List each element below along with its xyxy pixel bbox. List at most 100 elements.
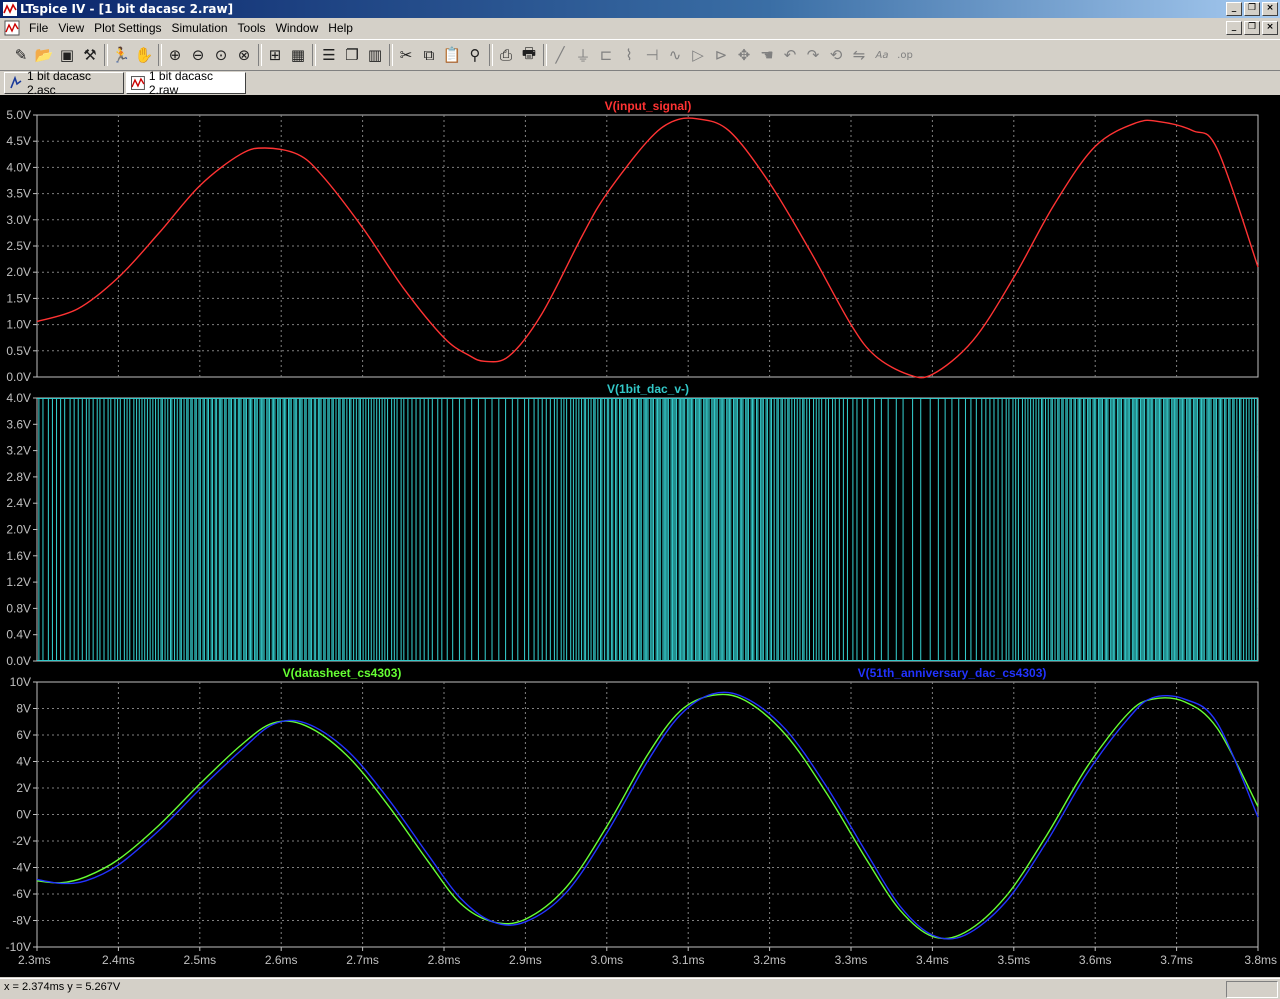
menu-simulation[interactable]: Simulation [167,21,233,35]
plot-settings-icon[interactable]: ▦ [287,44,309,66]
halt-icon[interactable]: ✋ [133,44,155,66]
menu-window[interactable]: Window [271,21,324,35]
zoom-cancel-icon[interactable]: ⊗ [233,44,255,66]
y-tick-label: -10V [6,940,31,954]
copy-icon[interactable]: ⧉ [418,44,440,66]
draw-wire-icon[interactable]: ╱ [549,44,571,66]
rotate-icon[interactable]: ⟲ [825,44,847,66]
toolbar-separator [104,44,108,66]
tab-label: 1 bit dacasc 2.asc [26,69,92,97]
y-tick-label: 10V [10,675,31,689]
status-panel [1226,981,1278,998]
minimize-button[interactable]: _ [1226,2,1242,16]
x-tick-label: 3.5ms [997,953,1030,967]
undo-icon[interactable]: ↶ [779,44,801,66]
zoom-in-icon[interactable]: ⊕ [164,44,186,66]
menu-view[interactable]: View [53,21,89,35]
toolbar-separator [489,44,493,66]
x-tick-label: 3.1ms [672,953,705,967]
control-panel-icon[interactable]: ⚒ [79,44,101,66]
y-tick-label: 2.4V [6,496,31,510]
ground-icon[interactable]: ⏚ [572,44,594,66]
zoom-out-icon[interactable]: ⊖ [187,44,209,66]
trace-label[interactable]: V(datasheet_cs4303) [283,666,402,680]
x-tick-label: 3.8ms [1244,953,1277,967]
capacitor-icon[interactable]: ⊣ [641,44,663,66]
mirror-icon[interactable]: ⇋ [848,44,870,66]
y-tick-label: 8V [16,702,31,716]
cut-icon[interactable]: ✂ [395,44,417,66]
trace-label[interactable]: V(input_signal) [605,99,692,113]
y-tick-label: 2.0V [6,265,31,279]
zoom-fit-icon[interactable]: ⊙ [210,44,232,66]
x-tick-label: 3.0ms [590,953,623,967]
waveform-viewer[interactable]: 5.0V 4.5V 4.0V 3.5V 3.0V 2.5V 2.0V 1.5V 1.0V 0.5V… [0,95,1280,977]
waveform-icon [131,76,145,90]
x-tick-label: 2.8ms [428,953,461,967]
y-tick-label: -8V [12,914,31,928]
save-icon[interactable]: ▣ [56,44,78,66]
y-tick-label: 1.2V [6,575,31,589]
find-icon[interactable]: ⚲ [464,44,486,66]
toolbar: ✎ 📂 ▣ ⚒ 🏃 ✋ ⊕ ⊖ ⊙ ⊗ ⊞ ▦ ☰ ❐ ▥ ✂ ⧉ 📋 ⚲ ⎙ 🖶 ╱ ⏚ ⊏ ⌇ ⊣ ∿ ▷ ⊳ ✥ ☚ ↶ ↷ ⟲ ⇋ Aa .op [0,39,1280,71]
menu-bar: File View Plot Settings Simulation Tools Wind… [0,18,1280,38]
print-preview-icon[interactable]: ⎙ [495,44,517,66]
component-icon[interactable]: ⊳ [710,44,732,66]
waveform-plot[interactable]: 5.0V 4.5V 4.0V 3.5V 3.0V 2.5V 2.0V 1.5V 1.0V 0.5V… [0,95,1280,977]
trace-label[interactable]: V(51th_anniversary_dac_cs4303) [858,666,1047,680]
restore-button[interactable]: ❐ [1244,2,1260,16]
tab-waveform[interactable]: 1 bit dacasc 2.raw [126,69,246,97]
label-net-icon[interactable]: ⊏ [595,44,617,66]
tile-horizontal-icon[interactable]: ☰ [318,44,340,66]
y-tick-label: -2V [12,834,31,848]
x-tick-label: 2.9ms [509,953,542,967]
tile-vertical-icon[interactable]: ▥ [364,44,386,66]
menu-tools[interactable]: Tools [233,21,271,35]
y-tick-label: 1.5V [6,291,31,305]
spice-directive-icon[interactable]: .op [894,44,916,66]
x-tick-label: 2.4ms [102,953,135,967]
x-tick-label: 3.3ms [835,953,868,967]
diode-icon[interactable]: ▷ [687,44,709,66]
y-tick-label: 1.0V [6,318,31,332]
document-icon[interactable] [4,20,20,36]
y-tick-label: 2.0V [6,523,31,537]
y-tick-label: 0.8V [6,601,31,615]
y-tick-label: 2.8V [6,470,31,484]
y-tick-label: 0.0V [6,654,31,668]
y-tick-label: 3.2V [6,444,31,458]
x-tick-label: 3.7ms [1160,953,1193,967]
menu-help[interactable]: Help [323,21,358,35]
plot-pane-2: 4.0V 3.6V 3.2V 2.8V 2.4V 2.0V 1.6V 1.2V 0.8V 0.4V… [6,382,1259,668]
move-icon[interactable]: ✥ [733,44,755,66]
x-tick-label: 2.3ms [18,953,51,967]
drag-icon[interactable]: ☚ [756,44,778,66]
tab-schematic[interactable]: 1 bit dacasc 2.asc [4,69,124,97]
toolbar-separator [258,44,262,66]
open-icon[interactable]: 📂 [33,44,55,66]
cascade-icon[interactable]: ❐ [341,44,363,66]
plot-pane-1: 5.0V 4.5V 4.0V 3.5V 3.0V 2.5V 2.0V 1.5V 1.0V 0.5V… [6,99,1259,384]
paste-icon[interactable]: 📋 [441,44,463,66]
redo-icon[interactable]: ↷ [802,44,824,66]
resistor-icon[interactable]: ⌇ [618,44,640,66]
doc-close-button[interactable]: × [1262,21,1278,35]
print-icon[interactable]: 🖶 [518,44,540,66]
toolbar-separator [312,44,316,66]
autorange-icon[interactable]: ⊞ [264,44,286,66]
run-icon[interactable]: 🏃 [110,44,132,66]
close-button[interactable]: × [1262,2,1278,16]
doc-restore-button[interactable]: ❐ [1244,21,1260,35]
y-tick-label: 3.0V [6,213,31,227]
inductor-icon[interactable]: ∿ [664,44,686,66]
menu-plot-settings[interactable]: Plot Settings [89,21,166,35]
y-tick-label: 5.0V [6,108,31,122]
doc-minimize-button[interactable]: _ [1226,21,1242,35]
status-bar: x = 2.374ms y = 5.267V [0,978,1280,999]
trace-label[interactable]: V(1bit_dac_v-) [607,382,689,396]
text-icon[interactable]: Aa [871,44,893,66]
ltspice-logo-icon [3,2,17,16]
menu-file[interactable]: File [24,21,53,35]
cursor-readout: x = 2.374ms y = 5.267V [4,981,121,993]
new-schematic-icon[interactable]: ✎ [10,44,32,66]
